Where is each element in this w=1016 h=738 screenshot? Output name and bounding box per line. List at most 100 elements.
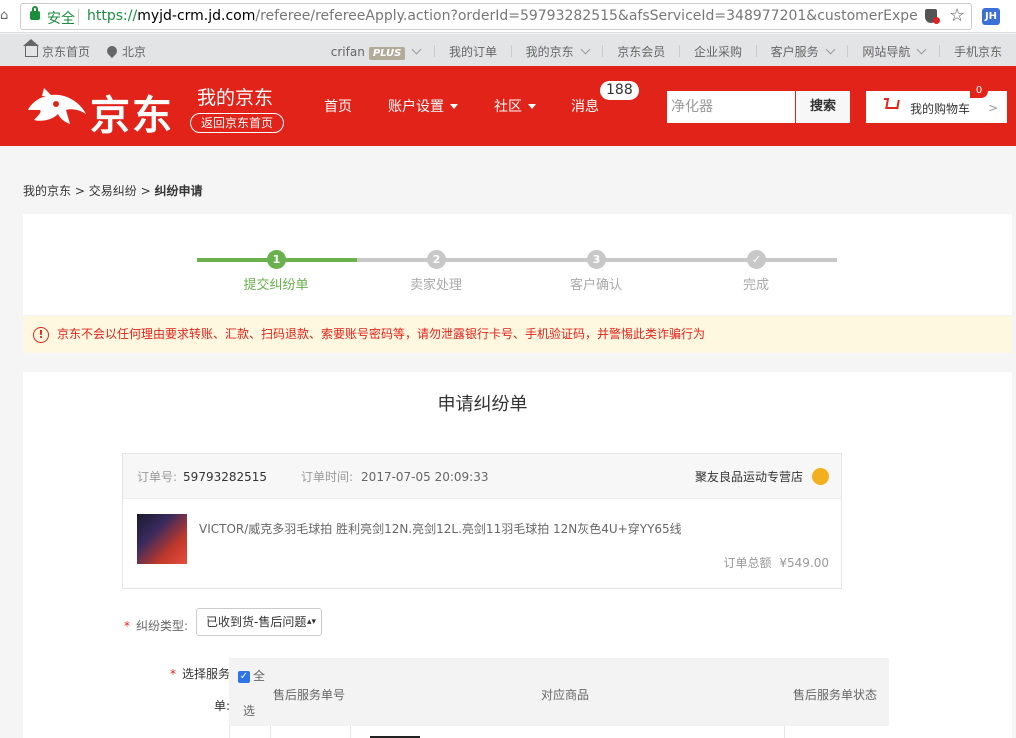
divider	[847, 45, 849, 57]
shortcut-nav: 京东首页 北京 crifan PLUS 我的订单 我的京东 京东会员 企业采购 客…	[0, 34, 1016, 66]
dispute-form-card: 申请纠纷单 订单号: 59793282515 订单时间: 2017-07-05 20…	[23, 372, 1012, 738]
lock-icon	[30, 6, 40, 20]
select-all-label-2[interactable]: 选	[243, 702, 255, 719]
step-3-node: 3	[587, 250, 606, 269]
jd-member-link[interactable]: 京东会员	[617, 43, 665, 60]
order-total-label: 订单总额	[723, 556, 772, 570]
enterprise-link[interactable]: 企业采购	[694, 43, 742, 60]
select-all-label-1[interactable]: 全	[253, 667, 265, 684]
service-label-line1: * 选择服务	[170, 657, 230, 691]
chevron-right-icon: >	[988, 101, 999, 115]
dispute-type-select[interactable]: 已收到货-售后问题 ▴▾	[196, 608, 322, 636]
customer-service-link[interactable]: 客户服务	[771, 43, 819, 60]
form-title: 申请纠纷单	[437, 394, 528, 415]
step-complete-check-icon: ✓	[747, 250, 766, 269]
nav-messages[interactable]: 消息	[571, 96, 599, 116]
chevron-down-icon[interactable]	[580, 44, 591, 55]
order-box: 订单号: 59793282515 订单时间: 2017-07-05 20:09:33…	[122, 453, 842, 589]
nav-community-label: 社区	[494, 99, 522, 115]
mobile-jd-link[interactable]: 手机京东	[954, 43, 1002, 60]
step-2-node: 2	[427, 250, 446, 269]
select-all-checkbox[interactable]: ✓	[238, 671, 250, 683]
jd-logo[interactable]: 京东	[24, 80, 180, 139]
caret-down-icon	[450, 104, 458, 109]
site-nav-link[interactable]: 网站导航	[862, 43, 910, 60]
table-row	[229, 726, 889, 738]
shortcut-links: crifan PLUS 我的订单 我的京东 京东会员 企业采购 客户服务 网站导航…	[331, 43, 1002, 60]
search-input[interactable]: 净化器	[667, 91, 795, 123]
cart-count-badge: 0	[970, 84, 988, 98]
bookmark-star-icon[interactable]: ☆	[949, 5, 965, 26]
select-arrows-icon: ▴▾	[306, 617, 316, 627]
extension-button[interactable]: JH	[982, 8, 1000, 25]
step-1-node: 1	[267, 250, 286, 269]
message-count-badge: 188	[600, 81, 639, 100]
url-host: myjd-crm.jd.com	[137, 8, 256, 24]
service-label-line2: 单:	[213, 699, 230, 713]
search-button[interactable]: 搜索	[796, 91, 850, 123]
browser-home-icon[interactable]: ⌂	[0, 8, 12, 23]
logo-wordmark: 京东	[90, 93, 174, 139]
divider	[939, 45, 941, 57]
breadcrumb-sep: >	[140, 184, 151, 198]
order-total: 订单总额 ¥549.00	[724, 554, 829, 571]
my-jd-link[interactable]: 我的京东	[526, 43, 574, 60]
nav-account-settings-label: 账户设置	[388, 99, 444, 115]
divider	[755, 45, 757, 57]
order-total-value: ¥549.00	[779, 556, 829, 570]
secure-label: 安全	[47, 11, 75, 27]
site-header: 京东 我的京东 返回京东首页 首页 账户设置 社区 消息 188 净化器 搜索 …	[0, 66, 1016, 146]
divider	[679, 45, 681, 57]
dispute-type-label: * 纠纷类型:	[124, 617, 188, 634]
step-3-label: 客户确认	[569, 278, 622, 293]
nav-account-settings[interactable]: 账户设置	[388, 96, 458, 116]
address-bar[interactable]: 安全 https://myjd-crm.jd.com/referee/refer…	[20, 3, 972, 30]
chevron-down-icon[interactable]	[411, 44, 422, 55]
location-pin-icon	[104, 43, 120, 59]
location-selector[interactable]: 北京	[104, 43, 146, 60]
column-divider	[270, 726, 271, 738]
divider	[510, 45, 512, 57]
breadcrumb-disputes[interactable]: 交易纠纷	[89, 184, 137, 198]
my-orders-link[interactable]: 我的订单	[449, 43, 497, 60]
chevron-down-icon[interactable]	[825, 44, 836, 55]
home-icon	[23, 39, 39, 57]
divider	[602, 45, 604, 57]
shop-chat-icon[interactable]	[812, 468, 829, 485]
breadcrumb-current: 纠纷申请	[154, 184, 203, 198]
breadcrumb-my-jd[interactable]: 我的京东	[23, 184, 71, 198]
chevron-down-icon[interactable]	[916, 44, 927, 55]
browser-toolbar: ⌂ 安全 https://myjd-crm.jd.com/referee/ref…	[0, 0, 1016, 33]
dispute-type-label-text: 纠纷类型:	[136, 619, 189, 633]
divider	[434, 45, 436, 57]
divider	[78, 9, 79, 25]
jd-home-link[interactable]: 京东首页	[23, 39, 90, 60]
shop-name[interactable]: 聚友良品运动专营店	[695, 468, 803, 485]
nav-community[interactable]: 社区	[494, 96, 536, 116]
url-text[interactable]: https://myjd-crm.jd.com/referee/refereeA…	[87, 8, 917, 24]
service-label-text-1: 选择服务	[181, 667, 230, 681]
order-number-label: 订单号:	[137, 470, 178, 484]
shield-icon[interactable]	[925, 9, 940, 24]
order-time: 订单时间: 2017-07-05 20:09:33	[301, 468, 489, 485]
plus-badge[interactable]: PLUS	[368, 47, 406, 60]
column-divider	[350, 726, 351, 738]
col-product: 对应商品	[541, 688, 590, 702]
product-thumbnail[interactable]	[137, 514, 187, 564]
col-service-status: 售后服务单状态	[792, 688, 877, 702]
jd-dog-mascot-icon	[28, 88, 86, 124]
col-service-no: 售后服务单号	[273, 688, 346, 702]
url-path: /referee/refereeApply.action?orderId=597…	[255, 8, 917, 24]
username-link[interactable]: crifan	[331, 45, 365, 59]
breadcrumb-sep: >	[74, 184, 85, 198]
cart-button[interactable]: 我的购物车 0 >	[866, 84, 1007, 123]
product-name[interactable]: VICTOR/威克多羽毛球拍 胜利亮剑12N.亮剑12L.亮剑11羽毛球拍 12…	[199, 520, 682, 537]
my-jd-title[interactable]: 我的京东	[197, 83, 273, 110]
service-table: ✓ 全 选 售后服务单号 对应商品 售后服务单状态	[229, 658, 889, 738]
nav-home[interactable]: 首页	[324, 96, 352, 116]
order-header: 订单号: 59793282515 订单时间: 2017-07-05 20:09:33…	[123, 454, 841, 499]
order-time-label: 订单时间:	[301, 470, 354, 484]
fraud-warning: ! 京东不会以任何理由要求转账、汇款、扫码退款、索要账号密码等，请勿泄露银行卡号…	[23, 316, 1012, 353]
back-home-button[interactable]: 返回京东首页	[190, 113, 284, 133]
order-number-value: 59793282515	[183, 470, 268, 484]
